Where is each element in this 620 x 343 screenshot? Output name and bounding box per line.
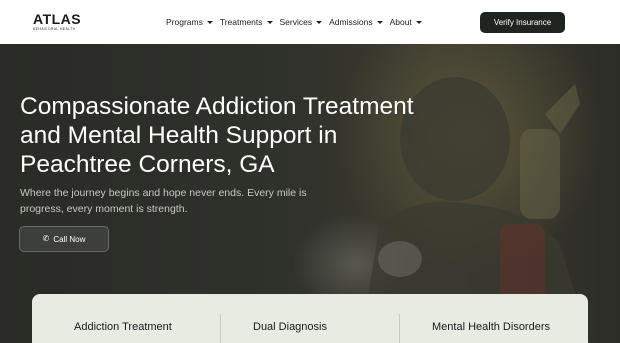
nav-admissions[interactable]: Admissions — [329, 17, 383, 27]
atlas-logo[interactable]: ATLAS BEHAVIORAL HEALTH — [33, 12, 83, 34]
nav-services[interactable]: Services — [280, 17, 323, 27]
logo-wordmark: ATLAS — [33, 11, 82, 27]
nav-about-label: About — [389, 17, 412, 27]
nav-programs[interactable]: Programs — [166, 17, 213, 27]
nav-treatments[interactable]: Treatments — [220, 17, 273, 27]
chevron-down-icon — [316, 20, 323, 24]
nav-services-label: Services — [279, 17, 313, 27]
nav-programs-label: Programs — [166, 17, 203, 27]
card-title: Addiction Treatment — [74, 321, 172, 333]
nav-admissions-label: Admissions — [329, 17, 373, 27]
main-nav: Programs Treatments Services Admissions … — [166, 14, 429, 30]
call-now-button[interactable]: ✆ Call Now — [19, 226, 109, 252]
phone-icon: ✆ — [42, 234, 50, 243]
logo-tagline: BEHAVIORAL HEALTH — [33, 27, 76, 31]
card-title: Mental Health Disorders — [432, 321, 550, 333]
card-addiction-treatment[interactable]: Addiction Treatment — [32, 294, 221, 343]
nav-about[interactable]: About — [390, 17, 422, 27]
chevron-down-icon — [415, 20, 422, 24]
card-dual-diagnosis[interactable]: Dual Diagnosis — [221, 294, 400, 343]
card-mental-health-disorders[interactable]: Mental Health Disorders — [400, 294, 588, 343]
hero-title: Compassionate Addiction Treatment and Me… — [20, 93, 414, 178]
chevron-down-icon — [206, 20, 213, 24]
services-panel: Addiction Treatment Dual Diagnosis Menta… — [32, 294, 588, 343]
nav-treatments-label: Treatments — [219, 17, 263, 27]
call-now-label: Call Now — [53, 234, 86, 244]
chevron-down-icon — [266, 20, 273, 24]
verify-insurance-button[interactable]: Verify Insurance — [480, 12, 565, 33]
site-header: ATLAS BEHAVIORAL HEALTH Programs Treatme… — [0, 0, 620, 44]
hero-subtitle: Where the journey begins and hope never … — [20, 187, 307, 215]
card-title: Dual Diagnosis — [253, 321, 327, 333]
chevron-down-icon — [376, 20, 383, 24]
